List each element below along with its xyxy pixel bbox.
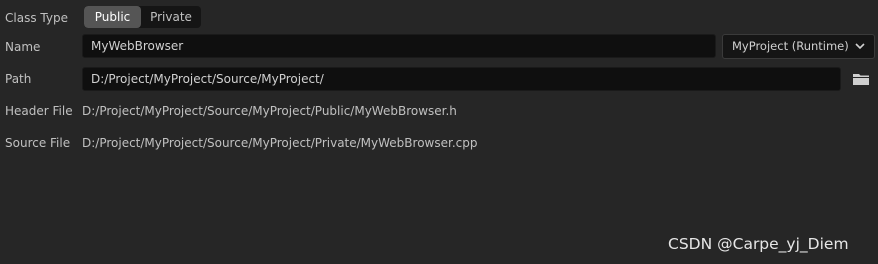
- module-dropdown-value: MyProject (Runtime): [732, 39, 849, 53]
- class-name-input[interactable]: MyWebBrowser: [82, 34, 716, 58]
- folder-icon[interactable]: [852, 72, 870, 86]
- chevron-down-icon: [855, 43, 865, 50]
- class-type-private-option[interactable]: Private: [141, 6, 201, 28]
- name-label: Name: [5, 40, 41, 54]
- class-type-toggle: Public Private: [84, 6, 201, 28]
- class-type-label: Class Type: [5, 11, 68, 25]
- module-dropdown[interactable]: MyProject (Runtime): [722, 34, 875, 59]
- source-file-label: Source File: [5, 136, 71, 150]
- source-file-path: D:/Project/MyProject/Source/MyProject/Pr…: [82, 136, 478, 150]
- path-input[interactable]: D:/Project/MyProject/Source/MyProject/: [82, 67, 841, 91]
- header-file-label: Header File: [5, 104, 73, 118]
- class-type-public-option[interactable]: Public: [84, 6, 141, 28]
- header-file-path: D:/Project/MyProject/Source/MyProject/Pu…: [82, 104, 457, 118]
- path-label: Path: [5, 72, 32, 86]
- watermark-text: CSDN @Carpe_yj_Diem: [668, 235, 849, 253]
